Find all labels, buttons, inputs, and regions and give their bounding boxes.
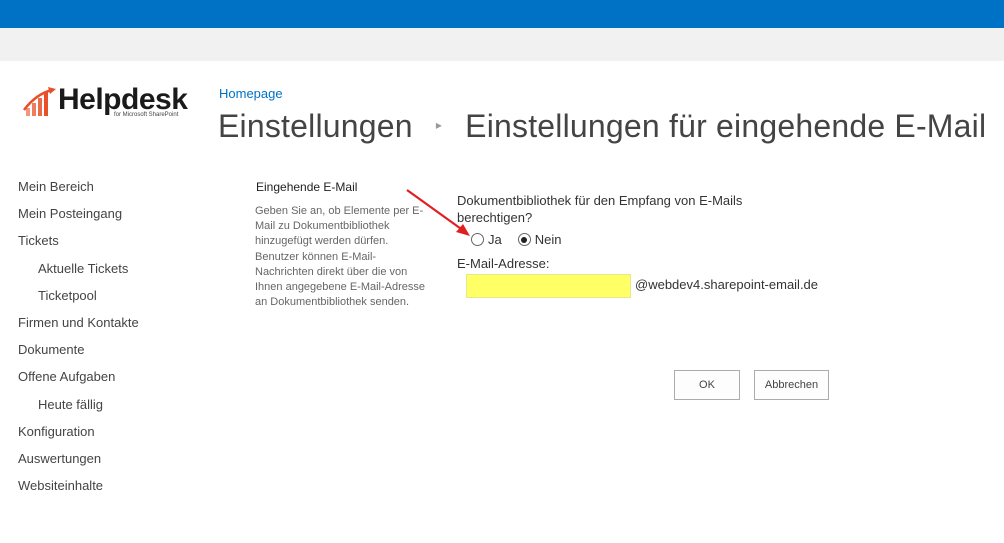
title-current: Einstellungen für eingehende E-Mail — [465, 108, 987, 144]
nav-item-dokumente[interactable]: Dokumente — [18, 341, 208, 368]
ok-button[interactable]: OK — [674, 370, 740, 400]
section-title: Eingehende E-Mail — [256, 180, 358, 194]
nav-item-firmen-und-kontakte[interactable]: Firmen und Kontakte — [18, 314, 208, 341]
nav-item-ticketpool[interactable]: Ticketpool — [18, 287, 208, 314]
page-title: Einstellungen ▸ Einstellungen für eingeh… — [218, 108, 986, 145]
breadcrumb-homepage-link[interactable]: Homepage — [219, 86, 283, 101]
ribbon — [0, 28, 1004, 61]
nav-item-tickets[interactable]: Tickets — [18, 232, 208, 259]
nav-item-aktuelle-tickets[interactable]: Aktuelle Tickets — [18, 260, 208, 287]
email-domain-suffix: @webdev4.sharepoint-email.de — [635, 277, 819, 292]
radio-nein[interactable] — [517, 233, 531, 246]
nav-item-offene-aufgaben[interactable]: Offene Aufgaben — [18, 368, 208, 395]
left-navigation: Mein Bereich Mein Posteingang Tickets Ak… — [18, 178, 208, 504]
email-address-label: E-Mail-Adresse: — [457, 256, 550, 271]
nav-item-auswertungen[interactable]: Auswertungen — [18, 450, 208, 477]
nav-item-heute-faellig[interactable]: Heute fällig — [18, 396, 208, 423]
nav-item-mein-bereich[interactable]: Mein Bereich — [18, 178, 208, 205]
title-parent[interactable]: Einstellungen — [218, 108, 413, 144]
annotation-arrow-icon — [406, 189, 470, 236]
incoming-email-radio-group: Ja Nein — [471, 232, 577, 247]
cancel-button[interactable]: Abbrechen — [754, 370, 829, 400]
radio-nein-label[interactable]: Nein — [535, 232, 562, 247]
suite-bar — [0, 0, 1004, 28]
nav-item-konfiguration[interactable]: Konfiguration — [18, 423, 208, 450]
radio-ja-label[interactable]: Ja — [488, 232, 502, 247]
nav-item-websiteinhalte[interactable]: Websiteinhalte — [18, 477, 208, 504]
nav-item-mein-posteingang[interactable]: Mein Posteingang — [18, 205, 208, 232]
email-address-input[interactable] — [466, 274, 631, 298]
logo-chart-icon — [23, 87, 56, 116]
incoming-email-question: Dokumentbibliothek für den Empfang von E… — [457, 193, 743, 225]
logo-subtext: for Microsoft SharePoint — [114, 112, 179, 118]
breadcrumb-separator-icon: ▸ — [435, 117, 443, 132]
helpdesk-logo[interactable]: Helpdesk for Microsoft SharePoint — [22, 83, 194, 124]
